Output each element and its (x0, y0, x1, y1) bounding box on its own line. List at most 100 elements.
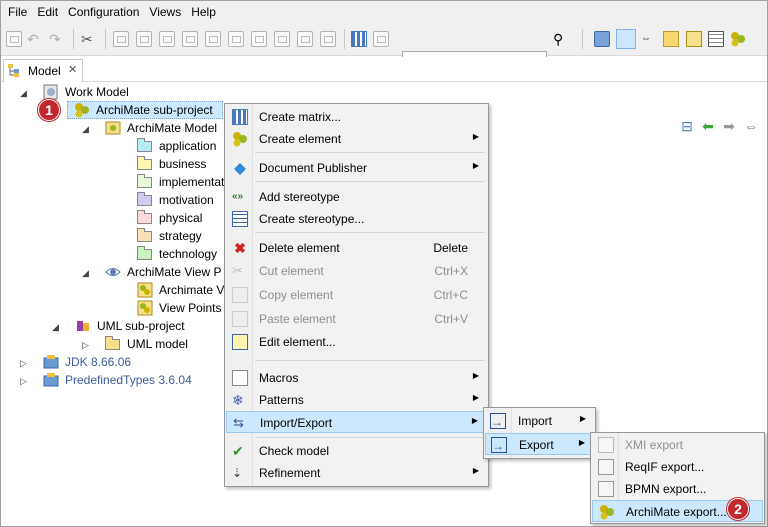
tree-item-archimate-subproject[interactable]: ArchiMate sub-project (67, 101, 223, 119)
menu-item-cut-element[interactable]: ✂ Cut element Ctrl+X (225, 260, 488, 282)
tree-item-work-model[interactable]: Work Model (43, 83, 129, 101)
import-export-submenu: → Import ▶ → Export ▶ (483, 407, 596, 459)
diagram-tool-3-icon[interactable] (159, 31, 175, 47)
menu-item-create-element[interactable]: Create element ▶ (225, 128, 488, 150)
diagram-tool-4-icon[interactable] (182, 31, 198, 47)
diagram-tool-10-icon[interactable] (320, 31, 336, 47)
diagram-tool-5-icon[interactable] (205, 31, 221, 47)
menu-item-export[interactable]: → Export ▶ (485, 433, 594, 455)
tree-item-jdk[interactable]: JDK 8.66.06 (43, 353, 131, 371)
collapsed-twisty-icon[interactable]: ▷ (20, 358, 27, 369)
matrix-icon[interactable] (351, 31, 367, 47)
menu-item-shortcut: Ctrl+C (433, 288, 468, 302)
archimate-icon (74, 102, 90, 118)
menu-separator (255, 437, 485, 438)
menu-item-create-stereotype[interactable]: Create stereotype... (225, 208, 488, 230)
menu-separator (255, 232, 485, 233)
menu-configuration[interactable]: Configuration (63, 2, 144, 22)
expanded-twisty-icon[interactable]: ◢ (82, 124, 89, 135)
tree-item-folder-strategy[interactable]: strategy (137, 227, 202, 245)
menu-item-macros[interactable]: Macros ▶ (225, 367, 488, 389)
menu-separator (255, 181, 485, 182)
tree-label: business (159, 157, 207, 171)
menu-item-edit-element[interactable]: Edit element... (225, 331, 488, 353)
diagram-tool-8-icon[interactable] (274, 31, 290, 47)
menu-item-import-export[interactable]: ⇆ Import/Export ▶ (226, 411, 487, 433)
archimate-model-icon (105, 120, 121, 136)
menu-item-copy-element[interactable]: Copy element Ctrl+C (225, 284, 488, 306)
sync-icon[interactable]: ⇔ (743, 119, 759, 133)
menu-item-patterns[interactable]: ❄ Patterns ▶ (225, 389, 488, 411)
import-export-icon: ⇆ (233, 415, 244, 430)
property-view-icon[interactable] (663, 31, 679, 47)
tree-item-folder-application[interactable]: application (137, 137, 216, 155)
tree-item-folder-motivation[interactable]: motivation (137, 191, 214, 209)
close-icon[interactable]: ✕ (68, 63, 77, 76)
tree-item-uml-subproject[interactable]: UML sub-project (75, 317, 185, 335)
menu-item-label: Edit element... (259, 335, 336, 349)
menu-item-bpmn-export[interactable]: BPMN export... (591, 478, 764, 500)
menu-item-import[interactable]: → Import ▶ (484, 410, 595, 432)
tree-item-archimate-model[interactable]: ArchiMate Model (105, 119, 217, 137)
tree-item-predefined-types[interactable]: PredefinedTypes 3.6.04 (43, 371, 192, 389)
menu-edit[interactable]: Edit (32, 2, 63, 22)
menu-item-xmi-export[interactable]: XMI export (591, 434, 764, 456)
tab-model[interactable]: Model ✕ (3, 59, 83, 82)
tree-item-folder-business[interactable]: business (137, 155, 206, 173)
expanded-twisty-icon[interactable]: ◢ (82, 268, 89, 279)
menu-help[interactable]: Help (186, 2, 221, 22)
diagram-tool-2-icon[interactable] (136, 31, 152, 47)
archimate-icon (599, 504, 615, 520)
collapse-all-icon[interactable]: ⊟ (679, 119, 695, 133)
tools-icon[interactable]: ✂ (81, 31, 97, 47)
menu-item-document-publisher[interactable]: Document Publisher ▶ (225, 157, 488, 179)
link-view-icon[interactable]: ⇔ (641, 31, 657, 47)
menu-item-label: Create element (259, 132, 342, 146)
menu-item-reqif-export[interactable]: ReqIF export... (591, 456, 764, 478)
uml-project-icon (75, 318, 91, 334)
diagram-view-icon[interactable] (686, 31, 702, 47)
tree-item-uml-model[interactable]: UML model (105, 335, 188, 353)
expanded-twisty-icon[interactable]: ◢ (20, 88, 27, 99)
save-icon[interactable] (6, 31, 22, 47)
import-icon: → (490, 413, 506, 429)
tree-item-folder-implementation[interactable]: implementati (137, 173, 227, 191)
tree-item-view-points[interactable]: View Points (137, 299, 221, 317)
diagram-tool-1-icon[interactable] (113, 31, 129, 47)
menu-views[interactable]: Views (144, 2, 186, 22)
folder-view-icon[interactable] (594, 31, 610, 47)
diagram-tool-9-icon[interactable] (297, 31, 313, 47)
tree-item-archimate-view[interactable]: ArchiMate View P (105, 263, 221, 281)
table-view-icon[interactable] (708, 31, 724, 47)
undo-icon[interactable]: ↶ (27, 31, 43, 47)
tree-item-folder-physical[interactable]: physical (137, 209, 202, 227)
document-icon (232, 160, 248, 176)
menu-item-shortcut: Ctrl+X (434, 264, 468, 278)
diagram-tool-7-icon[interactable] (251, 31, 267, 47)
tree-item-folder-technology[interactable]: technology (137, 245, 217, 263)
collapsed-twisty-icon[interactable]: ▷ (82, 340, 89, 351)
menu-file[interactable]: File (3, 2, 32, 22)
diagram-tool-6-icon[interactable] (228, 31, 244, 47)
collapsed-twisty-icon[interactable]: ▷ (20, 376, 27, 387)
menu-item-create-matrix[interactable]: Create matrix... (225, 106, 488, 128)
menu-item-add-stereotype[interactable]: «» Add stereotype (225, 186, 488, 208)
menu-item-delete-element[interactable]: ✖ Delete element Delete (225, 237, 488, 259)
menu-item-refinement[interactable]: ⇣ Refinement ▶ (225, 462, 488, 484)
diagram-tool-11-icon[interactable] (373, 31, 389, 47)
menu-item-label: Import (518, 414, 553, 428)
forward-arrow-icon[interactable]: ➡ (721, 119, 737, 133)
back-arrow-icon[interactable]: ⬅ (700, 119, 716, 133)
redo-icon[interactable]: ↷ (49, 31, 65, 47)
menu-item-label: BPMN export... (625, 482, 707, 496)
tree-item-archimate-viewpoint[interactable]: Archimate V (137, 281, 224, 299)
submenu-arrow-icon: ▶ (472, 132, 479, 141)
menu-item-check-model[interactable]: ✔ Check model (225, 440, 488, 462)
tree-label: Work Model (65, 85, 129, 99)
model-view-icon[interactable] (616, 29, 636, 49)
archimate-icon[interactable] (730, 31, 746, 47)
expanded-twisty-icon[interactable]: ◢ (52, 322, 59, 333)
menu-item-shortcut: Ctrl+V (434, 312, 468, 326)
menu-item-paste-element[interactable]: Paste element Ctrl+V (225, 308, 488, 330)
binoculars-icon[interactable]: ⚲ (553, 31, 569, 47)
